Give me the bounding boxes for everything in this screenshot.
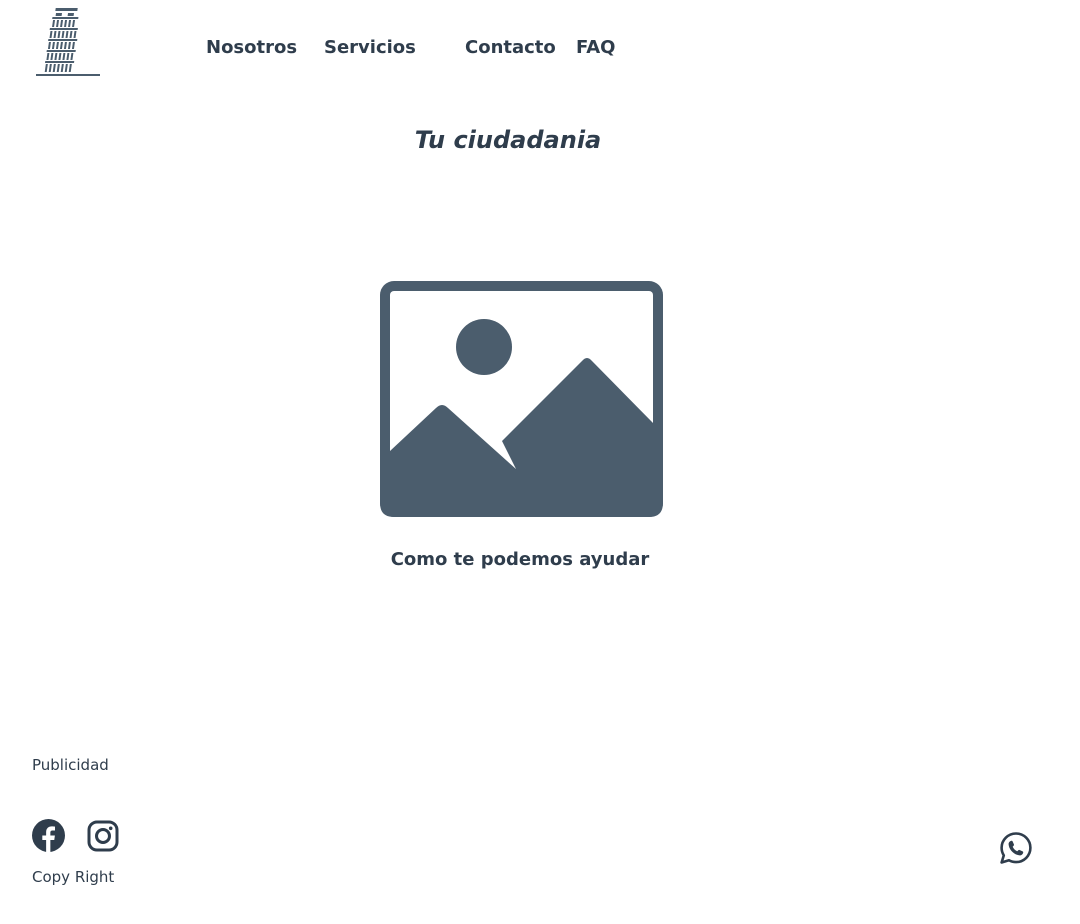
main-nav: Nosotros Servicios Contacto FAQ <box>0 34 1080 62</box>
image-placeholder-icon <box>380 281 663 517</box>
page-title: Tu ciudadania <box>414 126 602 154</box>
footer-link-publicidad[interactable]: Publicidad <box>32 753 109 777</box>
facebook-icon[interactable] <box>32 819 65 852</box>
nav-item-contacto[interactable]: Contacto <box>465 34 556 62</box>
copyright-text: Copy Right <box>32 868 115 886</box>
whatsapp-icon[interactable] <box>999 831 1033 865</box>
page: Nosotros Servicios Contacto FAQ Tu ciuda… <box>0 0 1080 924</box>
help-caption: Como te podemos ayudar <box>390 549 650 570</box>
nav-item-nosotros[interactable]: Nosotros <box>206 34 297 62</box>
nav-item-servicios[interactable]: Servicios <box>324 34 416 62</box>
instagram-icon[interactable] <box>87 820 119 852</box>
nav-item-faq[interactable]: FAQ <box>576 34 615 62</box>
